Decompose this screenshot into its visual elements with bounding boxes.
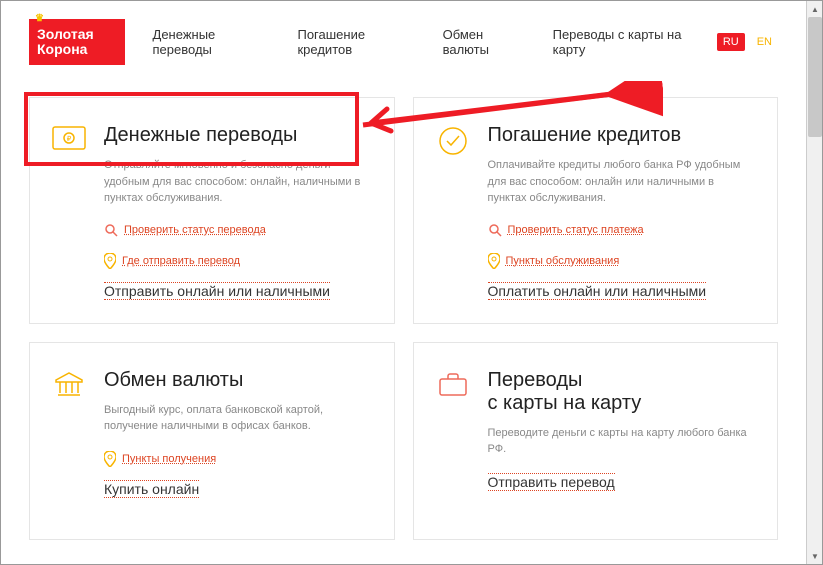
loans-link-points[interactable]: Пункты обслуживания: [506, 255, 620, 267]
card-card2card-desc: Переводите деньги с карты на карту любог…: [488, 425, 756, 458]
language-switch: RU EN: [717, 33, 778, 51]
logo-line1: Золотая: [37, 27, 125, 42]
svg-text:₽: ₽: [67, 135, 72, 143]
lang-ru[interactable]: RU: [717, 33, 745, 51]
card-exchange-desc: Выгодный курс, оплата банковской картой,…: [104, 402, 372, 435]
transfers-cta[interactable]: Отправить онлайн или наличными: [104, 282, 330, 299]
nav-exchange[interactable]: Обмен валюты: [443, 27, 533, 57]
nav-loans[interactable]: Погашение кредитов: [297, 27, 422, 57]
exchange-link-points[interactable]: Пункты получения: [122, 453, 216, 465]
crown-icon: ♛: [35, 13, 44, 24]
search-icon: [488, 223, 502, 237]
card-transfers[interactable]: ₽ Денежные переводы Отправляйте мгновенн…: [29, 97, 395, 324]
pin-icon: [488, 253, 500, 269]
logo-line2: Корона: [37, 42, 125, 57]
check-circle-icon: [436, 126, 470, 154]
transfers-link-where[interactable]: Где отправить перевод: [122, 255, 240, 267]
nav-card2card[interactable]: Переводы с карты на карту: [553, 27, 717, 57]
logo[interactable]: ♛ Золотая Корона: [29, 19, 125, 65]
search-icon: [104, 223, 118, 237]
scroll-down-icon[interactable]: ▼: [807, 548, 823, 564]
cards-grid: ₽ Денежные переводы Отправляйте мгновенн…: [29, 97, 778, 540]
card-card2card-title: Переводы с карты на карту: [488, 369, 756, 415]
card-transfers-title: Денежные переводы: [104, 124, 372, 147]
header: ♛ Золотая Корона Денежные переводы Погаш…: [29, 19, 778, 65]
money-icon: ₽: [52, 126, 86, 154]
transfers-link-status[interactable]: Проверить статус перевода: [124, 224, 266, 236]
card-exchange[interactable]: Обмен валюты Выгодный курс, оплата банко…: [29, 342, 395, 540]
loans-cta[interactable]: Оплатить онлайн или наличными: [488, 282, 707, 299]
main-nav: Денежные переводы Погашение кредитов Обм…: [153, 27, 717, 57]
bank-icon: [52, 371, 86, 399]
card-transfers-desc: Отправляйте мгновенно и безопасно деньги…: [104, 157, 372, 207]
lang-en[interactable]: EN: [751, 33, 778, 51]
scroll-thumb[interactable]: [808, 17, 822, 137]
pin-icon: [104, 253, 116, 269]
scroll-up-icon[interactable]: ▲: [807, 1, 823, 17]
card-loans-title: Погашение кредитов: [488, 124, 756, 147]
nav-transfers[interactable]: Денежные переводы: [153, 27, 278, 57]
loans-link-status[interactable]: Проверить статус платежа: [508, 224, 644, 236]
card-loans-desc: Оплачивайте кредиты любого банка РФ удоб…: [488, 157, 756, 207]
card-card2card[interactable]: Переводы с карты на карту Переводите ден…: [413, 342, 779, 540]
card-loans[interactable]: Погашение кредитов Оплачивайте кредиты л…: [413, 97, 779, 324]
vertical-scrollbar[interactable]: ▲ ▼: [806, 1, 822, 564]
pin-icon: [104, 451, 116, 467]
card-exchange-title: Обмен валюты: [104, 369, 372, 392]
exchange-cta[interactable]: Купить онлайн: [104, 480, 199, 497]
card2card-cta[interactable]: Отправить перевод: [488, 473, 615, 490]
briefcase-icon: [436, 371, 470, 399]
